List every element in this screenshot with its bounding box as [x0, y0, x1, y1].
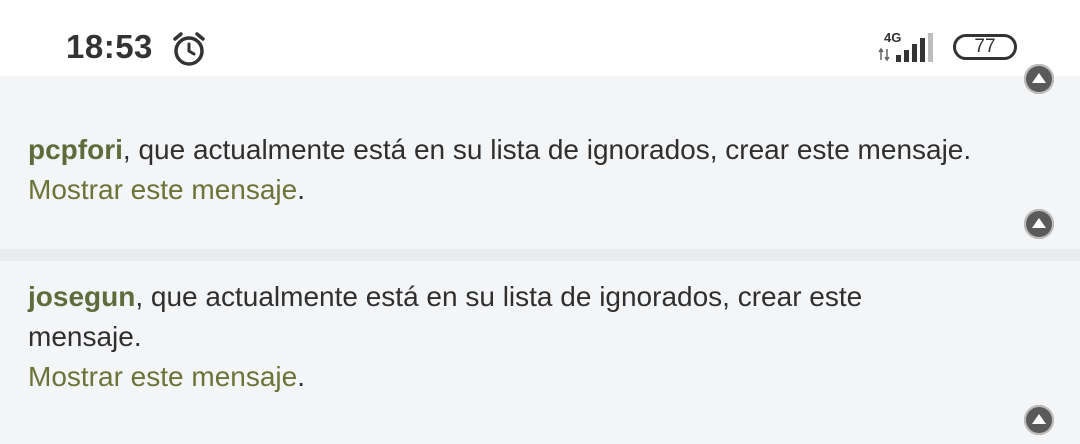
- battery-level: 77: [974, 36, 996, 57]
- link-suffix: .: [297, 361, 305, 392]
- ignored-message-text: pcpfori, que actualmente está en su list…: [28, 130, 1058, 210]
- message-list: pcpfori, que actualmente está en su list…: [0, 64, 1080, 444]
- username[interactable]: pcpfori: [28, 134, 123, 165]
- battery-icon: 77: [953, 34, 1017, 60]
- alarm-clock-icon: [173, 32, 205, 66]
- ignored-notice: , que actualmente está en su lista de ig…: [28, 281, 863, 352]
- previous-card-edge: [0, 64, 1080, 100]
- ignored-message-card: josegun, que actualmente está en su list…: [0, 261, 1080, 444]
- scroll-up-icon[interactable]: [1024, 405, 1054, 435]
- status-time: 18:53: [66, 28, 153, 65]
- link-suffix: .: [297, 174, 305, 205]
- ignored-message-card: pcpfori, que actualmente está en su list…: [0, 100, 1080, 249]
- ignored-message-text: josegun, que actualmente está en su list…: [28, 277, 948, 397]
- signal-bars-icon: 4G: [878, 30, 940, 66]
- ignored-notice: , que actualmente está en su lista de ig…: [122, 134, 972, 165]
- show-message-link[interactable]: Mostrar este mensaje: [28, 174, 297, 205]
- scroll-up-icon[interactable]: [1024, 209, 1054, 239]
- show-message-link[interactable]: Mostrar este mensaje: [28, 361, 297, 392]
- username[interactable]: josegun: [28, 281, 135, 312]
- scroll-up-icon[interactable]: [1024, 64, 1054, 94]
- status-bar: 18:53 4G 77: [0, 0, 1080, 76]
